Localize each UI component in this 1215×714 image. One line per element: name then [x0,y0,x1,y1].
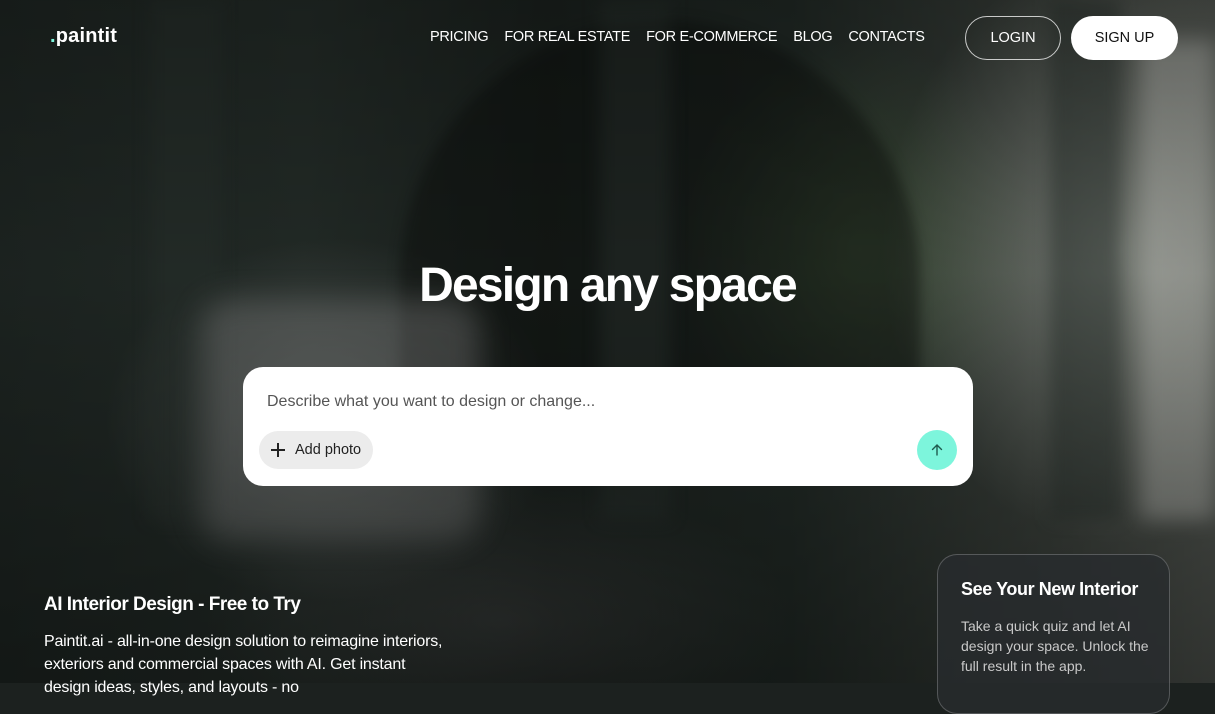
intro-section: AI Interior Design - Free to Try Paintit… [44,594,444,699]
plus-icon [271,443,285,457]
nav-item-e-commerce[interactable]: FOR E-COMMERCE [646,29,777,45]
logo[interactable]: .paintit [50,25,117,48]
quiz-card-body: Take a quick quiz and let AI design your… [961,618,1149,674]
intro-body: Paintit.ai - all-in-one design solution … [44,633,443,696]
intro-heading: AI Interior Design - Free to Try [44,594,301,615]
nav-item-pricing[interactable]: PRICING [430,29,489,45]
prompt-box: Add photo [243,367,973,486]
add-photo-label: Add photo [295,442,362,458]
login-button[interactable]: LOGIN [965,16,1061,60]
logo-text: paintit [55,25,118,47]
quiz-card-title: See Your New Interior [961,579,1138,599]
quiz-card[interactable]: See Your New Interior Take a quick quiz … [937,554,1170,714]
arrow-up-icon [931,444,943,456]
submit-button[interactable] [917,430,957,470]
main-nav: PRICING FOR REAL ESTATE FOR E-COMMERCE B… [430,29,925,45]
top-header: .paintit PRICING FOR REAL ESTATE FOR E-C… [0,0,1215,76]
signup-button[interactable]: SIGN UP [1071,16,1178,60]
nav-item-blog[interactable]: BLOG [793,29,832,45]
nav-item-contacts[interactable]: CONTACTS [848,29,925,45]
add-photo-button[interactable]: Add photo [259,431,373,469]
hero-title: Design any space [419,259,798,312]
nav-item-real-estate[interactable]: FOR REAL ESTATE [504,29,630,45]
design-prompt-input[interactable] [267,393,887,411]
